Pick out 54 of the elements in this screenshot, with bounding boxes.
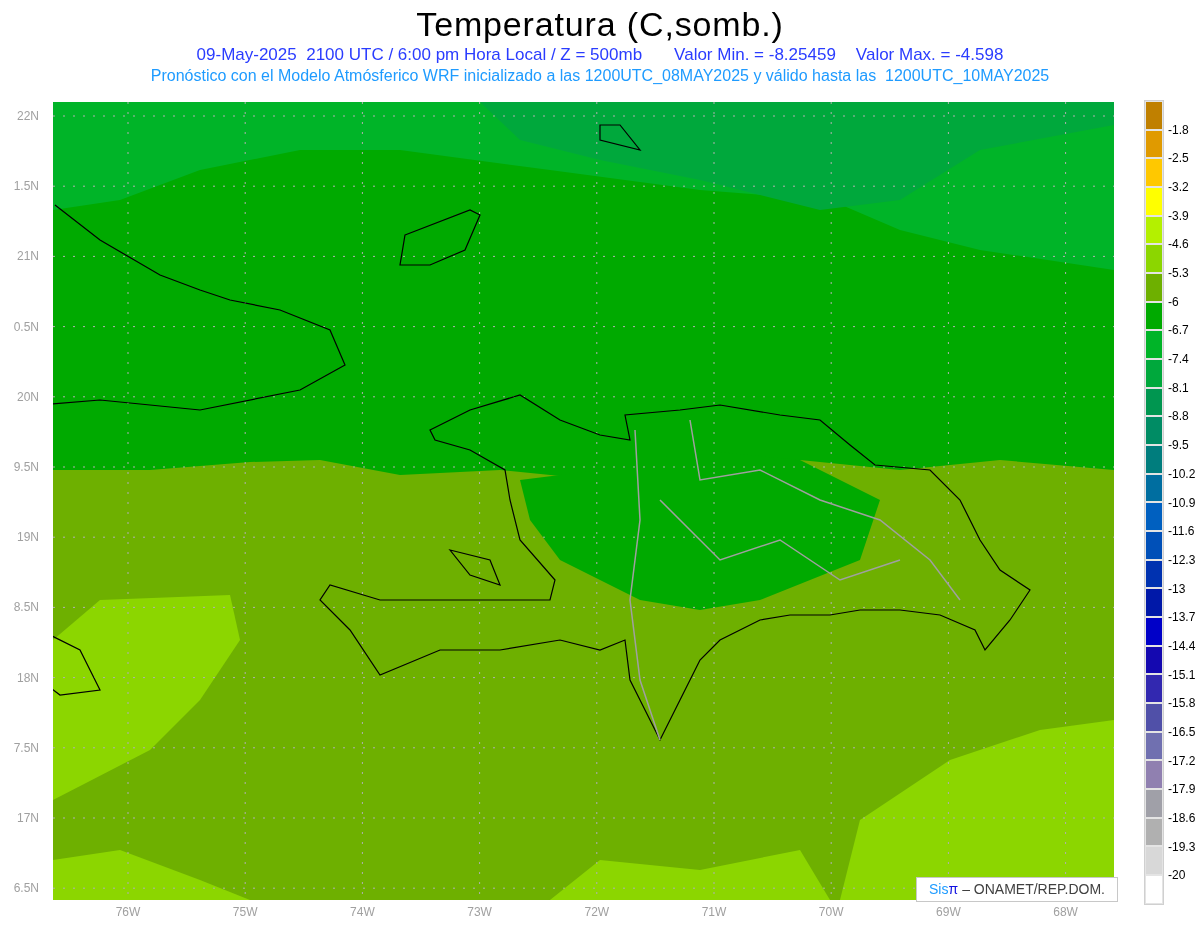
- latitude-label: 0.5N: [13, 320, 39, 333]
- scale-label: -7.4: [1168, 353, 1189, 366]
- longitude-label: 69W: [936, 906, 961, 918]
- scale-label: -4.6: [1168, 238, 1189, 251]
- scale-label: -5.3: [1168, 267, 1189, 280]
- latitude-label: 22N: [17, 110, 39, 122]
- scale-label: -19.3: [1168, 840, 1196, 853]
- min-value: Valor Min. = -8.25459: [674, 44, 836, 66]
- scale-label: -1.8: [1168, 123, 1189, 136]
- scale-label: -8.8: [1168, 410, 1189, 423]
- latitude-label: 8.5N: [13, 601, 39, 614]
- longitude-label: 74W: [350, 906, 375, 918]
- attribution-label: Sisπ – ONAMET/REP.DOM.: [916, 877, 1118, 902]
- scale-label: -2.5: [1168, 152, 1189, 165]
- scale-label: -16.5: [1168, 725, 1196, 738]
- latitude-label: 19N: [17, 531, 39, 544]
- longitude-label: 76W: [115, 906, 141, 918]
- max-value: Valor Max. = -4.598: [855, 44, 1004, 66]
- latitude-label: 20N: [17, 390, 39, 403]
- scale-label: -13.7: [1168, 611, 1196, 624]
- chart-title: Temperatura (C,somb.): [416, 4, 784, 44]
- scale-label: -10.2: [1168, 467, 1196, 480]
- latitude-label: 1.5N: [13, 180, 39, 193]
- latitude-label: 9.5N: [13, 461, 39, 473]
- scale-label: -6: [1168, 295, 1179, 308]
- scale-label: -20: [1168, 869, 1186, 882]
- scale-label: -12.3: [1168, 553, 1196, 566]
- longitude-label: 75W: [232, 906, 258, 918]
- scale-label: -10.9: [1168, 496, 1196, 509]
- scale-label: -14.4: [1168, 639, 1196, 652]
- latitude-label: 17N: [17, 812, 39, 824]
- latitude-label: 7.5N: [13, 741, 39, 754]
- scale-label: -13: [1168, 582, 1186, 595]
- scale-label: -18.6: [1168, 811, 1196, 824]
- scale-label: -15.8: [1168, 697, 1196, 710]
- model-info: Pronóstico con el Modelo Atmósferico WRF inicializado a las 1200UTC_08MAY2025 y válido hasta las 1200UTC_10MAY2025: [150, 66, 1050, 86]
- forecast-time: 09-May-2025 2100 UTC / 6:00 pm Hora Local / Z = 500mb: [196, 44, 643, 66]
- scale-label: -3.9: [1168, 209, 1189, 222]
- scale-label: -11.6: [1168, 525, 1195, 538]
- longitude-label: 70W: [818, 906, 844, 918]
- longitude-label: 73W: [467, 906, 492, 918]
- longitude-label: 71W: [701, 906, 727, 918]
- scale-label: -6.7: [1168, 324, 1189, 337]
- scale-label: -15.1: [1168, 668, 1196, 681]
- scale-label: -3.2: [1168, 181, 1189, 194]
- scale-label: -9.5: [1168, 439, 1189, 452]
- latitude-label: 21N: [17, 250, 39, 263]
- scale-label: -17.2: [1168, 754, 1196, 767]
- latitude-label: 6.5N: [13, 882, 39, 895]
- latitude-label: 18N: [17, 671, 39, 684]
- scale-label: -17.9: [1168, 783, 1196, 796]
- longitude-label: 72W: [584, 906, 610, 918]
- scale-label: -8.1: [1168, 381, 1189, 394]
- longitude-label: 68W: [1053, 906, 1078, 918]
